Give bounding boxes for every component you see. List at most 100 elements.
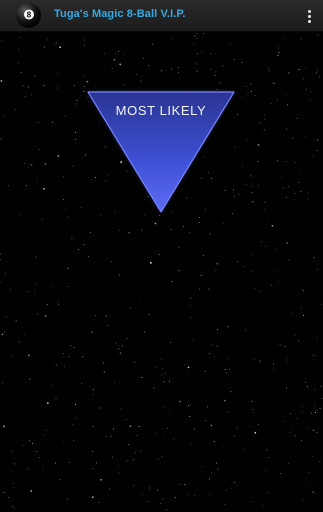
star: [18, 48, 20, 50]
star: [51, 121, 53, 123]
star: [163, 381, 165, 383]
star: [309, 99, 311, 101]
star: [44, 434, 46, 436]
star: [63, 353, 65, 355]
star: [154, 222, 157, 225]
star: [233, 435, 235, 437]
star: [160, 374, 162, 376]
star: [132, 459, 134, 460]
star: [250, 83, 252, 85]
star: [46, 39, 48, 41]
star: [298, 69, 300, 70]
star: [148, 65, 150, 67]
star: [128, 231, 131, 234]
star: [215, 462, 217, 464]
star: [251, 185, 253, 187]
star: [222, 65, 224, 67]
star: [58, 303, 60, 305]
star: [13, 486, 15, 488]
star: [317, 69, 319, 71]
star: [82, 356, 84, 358]
star: [308, 471, 310, 473]
star: [252, 408, 254, 410]
star: [17, 63, 19, 65]
star: [199, 288, 200, 290]
star: [273, 363, 274, 365]
star: [38, 456, 40, 458]
star: [311, 412, 312, 414]
star: [171, 68, 173, 70]
star: [286, 359, 288, 361]
magic-8-ball-icon[interactable]: 8: [15, 2, 42, 29]
star: [286, 197, 288, 198]
star: [110, 261, 112, 262]
star: [164, 372, 166, 374]
star: [23, 163, 25, 165]
star: [87, 256, 89, 258]
star: [259, 360, 261, 362]
star: [2, 382, 4, 384]
star: [19, 213, 21, 215]
star: [254, 95, 256, 97]
star: [250, 91, 252, 92]
star: [0, 80, 3, 82]
star: [316, 432, 318, 434]
star: [227, 326, 229, 328]
star: [289, 431, 291, 433]
star: [177, 66, 179, 68]
star: [299, 168, 301, 170]
star: [111, 68, 113, 69]
star: [264, 208, 266, 210]
star: [184, 364, 186, 366]
star: [309, 487, 311, 489]
star: [20, 72, 22, 74]
star: [33, 290, 35, 292]
star: [188, 494, 190, 496]
more-vert-icon[interactable]: [303, 6, 315, 26]
star: [157, 489, 159, 491]
star: [35, 283, 36, 285]
star: [195, 32, 197, 34]
star: [118, 465, 120, 467]
star: [272, 81, 274, 83]
star: [283, 186, 285, 188]
star: [161, 70, 163, 72]
star: [159, 253, 160, 255]
star: [254, 358, 256, 360]
star: [288, 186, 289, 188]
star: [279, 472, 281, 474]
star: [292, 137, 294, 139]
star: [170, 229, 172, 231]
star: [270, 284, 272, 286]
star: [306, 427, 308, 429]
star: [55, 364, 57, 366]
star: [194, 35, 196, 37]
star: [300, 38, 302, 40]
star: [39, 148, 40, 150]
star: [285, 95, 287, 97]
answer-text: MOST LIKELY: [115, 103, 207, 118]
star: [269, 70, 271, 72]
star: [152, 43, 153, 45]
star: [317, 34, 319, 36]
star: [208, 478, 210, 480]
star: [78, 249, 80, 250]
star: [0, 138, 2, 140]
star: [310, 91, 312, 93]
star: [105, 315, 107, 317]
star: [55, 42, 57, 44]
star: [156, 367, 158, 369]
star: [277, 99, 279, 101]
star: [258, 290, 260, 292]
star: [168, 380, 170, 382]
star: [193, 428, 195, 430]
star: [283, 37, 285, 39]
star: [41, 218, 43, 220]
star: [259, 122, 261, 124]
star: [215, 269, 216, 271]
star: [194, 494, 196, 496]
star: [0, 259, 2, 261]
star: [312, 429, 315, 432]
star: [0, 39, 2, 41]
star: [196, 53, 198, 55]
